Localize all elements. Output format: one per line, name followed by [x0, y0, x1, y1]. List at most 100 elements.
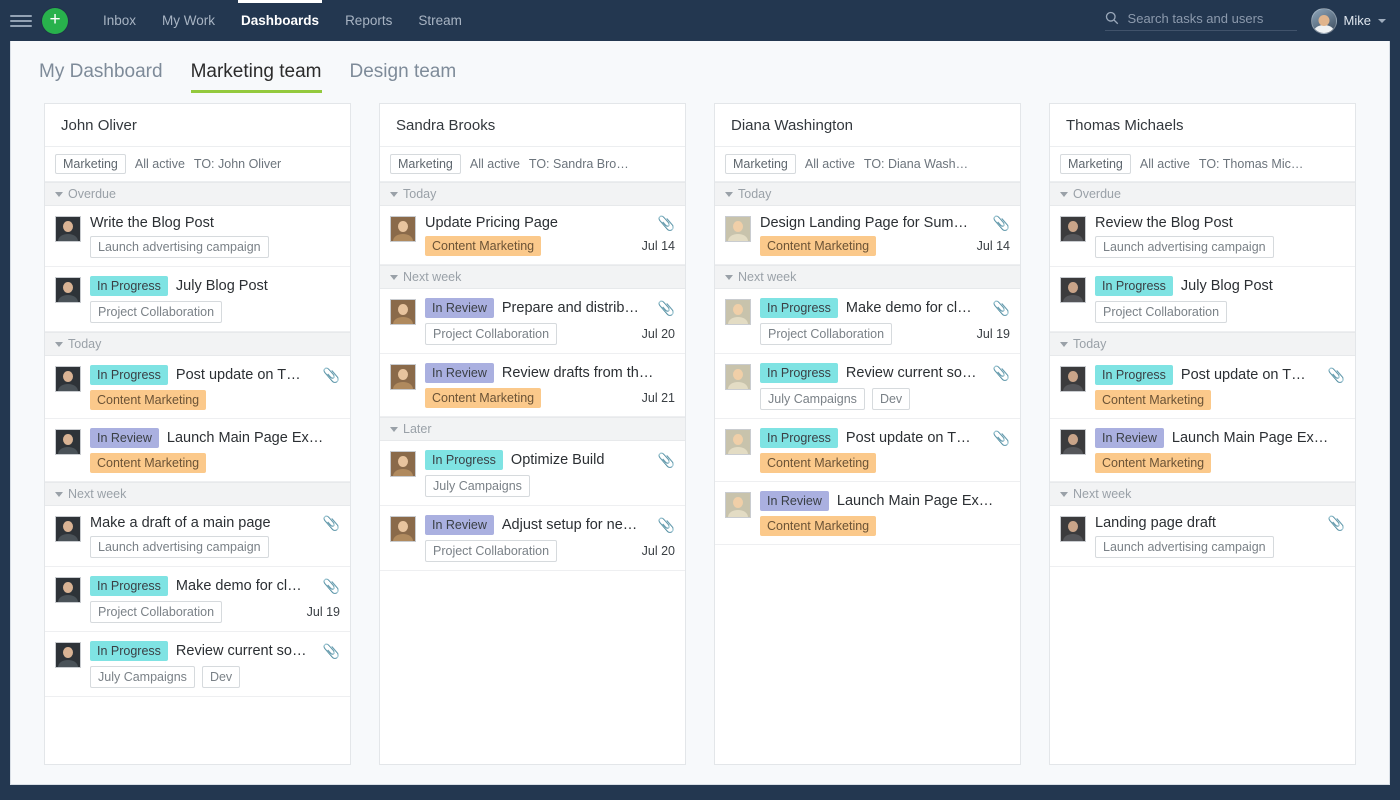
task-tag[interactable]: Project Collaboration — [90, 301, 222, 323]
task-tag[interactable]: Project Collaboration — [425, 323, 557, 345]
task-tag[interactable]: Content Marketing — [90, 390, 206, 410]
filter-assignee[interactable]: TO: Diana Wash… — [864, 157, 968, 171]
task-title[interactable]: Review current so… — [846, 365, 977, 381]
task-tag[interactable]: July Campaigns — [425, 475, 530, 497]
task-group-header[interactable]: Later — [380, 417, 685, 441]
task-title[interactable]: Launch Main Page Ex… — [1172, 430, 1328, 446]
task-tag[interactable]: Launch advertising campaign — [1095, 536, 1274, 558]
nav-link-inbox[interactable]: Inbox — [90, 0, 149, 41]
task-title[interactable]: Post update on T… — [176, 367, 301, 383]
nav-link-stream[interactable]: Stream — [405, 0, 475, 41]
status-badge[interactable]: In Progress — [760, 363, 838, 383]
task-title[interactable]: Launch Main Page Ex… — [167, 430, 323, 446]
filter-assignee[interactable]: TO: Thomas Mic… — [1199, 157, 1303, 171]
filter-project[interactable]: Marketing — [1060, 154, 1131, 174]
task-title[interactable]: Review drafts from th… — [502, 365, 654, 381]
filter-state[interactable]: All active — [1139, 155, 1191, 173]
task-title[interactable]: Post update on T… — [846, 430, 971, 446]
attachment-icon[interactable]: 📎 — [652, 518, 675, 532]
status-badge[interactable]: In Review — [1095, 428, 1164, 448]
task-tag[interactable]: Launch advertising campaign — [90, 536, 269, 558]
nav-link-dashboards[interactable]: Dashboards — [228, 0, 332, 41]
task-title[interactable]: Update Pricing Page — [425, 215, 558, 231]
add-new-button[interactable]: + — [42, 8, 68, 34]
nav-link-my-work[interactable]: My Work — [149, 0, 228, 41]
user-menu[interactable]: Mike — [1311, 8, 1386, 34]
status-badge[interactable]: In Review — [425, 298, 494, 318]
status-badge[interactable]: In Progress — [90, 641, 168, 661]
task-group-header[interactable]: Today — [45, 332, 350, 356]
tab-my-dashboard[interactable]: My Dashboard — [39, 61, 163, 93]
filter-assignee[interactable]: TO: John Oliver — [194, 157, 281, 171]
search-input[interactable] — [1128, 11, 1288, 26]
attachment-icon[interactable]: 📎 — [652, 301, 675, 315]
task-title[interactable]: Make demo for cl… — [846, 300, 972, 316]
attachment-icon[interactable]: 📎 — [987, 431, 1010, 445]
filter-state[interactable]: All active — [469, 155, 521, 173]
status-badge[interactable]: In Progress — [760, 428, 838, 448]
task-tag[interactable]: Content Marketing — [1095, 390, 1211, 410]
task-title[interactable]: Optimize Build — [511, 452, 604, 468]
status-badge[interactable]: In Progress — [90, 576, 168, 596]
attachment-icon[interactable]: 📎 — [987, 301, 1010, 315]
tab-marketing-team[interactable]: Marketing team — [191, 61, 322, 93]
task-tag[interactable]: Project Collaboration — [1095, 301, 1227, 323]
task-title[interactable]: Make a draft of a main page — [90, 515, 271, 531]
nav-link-reports[interactable]: Reports — [332, 0, 405, 41]
task-group-header[interactable]: Next week — [1050, 482, 1355, 506]
task-row[interactable]: Write the Blog Post Launch advertising ca… — [45, 206, 350, 267]
task-title[interactable]: Write the Blog Post — [90, 215, 214, 231]
task-tag[interactable]: Content Marketing — [760, 236, 876, 256]
attachment-icon[interactable]: 📎 — [652, 216, 675, 230]
task-row[interactable]: In ReviewAdjust setup for ne…📎Project Co… — [380, 506, 685, 571]
task-title[interactable]: Prepare and distrib… — [502, 300, 639, 316]
task-group-header[interactable]: Today — [380, 182, 685, 206]
attachment-icon[interactable]: 📎 — [317, 579, 340, 593]
task-group-header[interactable]: Today — [1050, 332, 1355, 356]
attachment-icon[interactable]: 📎 — [987, 216, 1010, 230]
task-tag[interactable]: Content Marketing — [760, 516, 876, 536]
status-badge[interactable]: In Progress — [760, 298, 838, 318]
task-row[interactable]: Landing page draft📎Launch advertising ca… — [1050, 506, 1355, 567]
task-row[interactable]: Update Pricing Page📎Content MarketingJul… — [380, 206, 685, 265]
task-tag[interactable]: Project Collaboration — [425, 540, 557, 562]
task-row[interactable]: In ProgressPost update on T…📎Content Mar… — [45, 356, 350, 419]
task-row[interactable]: In ReviewReview drafts from th…Content M… — [380, 354, 685, 417]
attachment-icon[interactable]: 📎 — [317, 516, 340, 530]
task-row[interactable]: In ProgressJuly Blog PostProject Collabo… — [1050, 267, 1355, 332]
status-badge[interactable]: In Review — [425, 515, 494, 535]
attachment-icon[interactable]: 📎 — [1322, 516, 1345, 530]
status-badge[interactable]: In Review — [760, 491, 829, 511]
task-row[interactable]: In Progress Optimize Build 📎 July Campaigns — [380, 441, 685, 506]
task-group-header[interactable]: Overdue — [1050, 182, 1355, 206]
task-tag[interactable]: Project Collaboration — [90, 601, 222, 623]
task-group-header[interactable]: Next week — [715, 265, 1020, 289]
task-row[interactable]: In Review Launch Main Page Ex… Content Mar… — [715, 482, 1020, 545]
task-group-header[interactable]: Next week — [380, 265, 685, 289]
filter-project[interactable]: Marketing — [55, 154, 126, 174]
tab-design-team[interactable]: Design team — [350, 61, 457, 93]
hamburger-menu-icon[interactable] — [10, 10, 32, 32]
task-tag[interactable]: Dev — [202, 666, 240, 688]
filter-state[interactable]: All active — [134, 155, 186, 173]
attachment-icon[interactable]: 📎 — [987, 366, 1010, 380]
task-tag[interactable]: Project Collaboration — [760, 323, 892, 345]
task-title[interactable]: Launch Main Page Ex… — [837, 493, 993, 509]
task-row[interactable]: In Review Prepare and distrib… 📎 Project Co… — [380, 289, 685, 354]
filter-state[interactable]: All active — [804, 155, 856, 173]
task-tag[interactable]: Launch advertising campaign — [90, 236, 269, 258]
status-badge[interactable]: In Review — [90, 428, 159, 448]
status-badge[interactable]: In Progress — [90, 276, 168, 296]
filter-project[interactable]: Marketing — [390, 154, 461, 174]
task-tag[interactable]: Content Marketing — [1095, 453, 1211, 473]
status-badge[interactable]: In Progress — [425, 450, 503, 470]
task-group-header[interactable]: Overdue — [45, 182, 350, 206]
task-group-header[interactable]: Today — [715, 182, 1020, 206]
task-row[interactable]: Make a draft of a main page 📎 Launch adver… — [45, 506, 350, 567]
search-box[interactable] — [1105, 11, 1297, 31]
task-title[interactable]: July Blog Post — [176, 278, 268, 294]
attachment-icon[interactable]: 📎 — [652, 453, 675, 467]
task-tag[interactable]: July Campaigns — [90, 666, 195, 688]
task-row[interactable]: In ProgressMake demo for cl…📎Project Col… — [45, 567, 350, 632]
task-tag[interactable]: Dev — [872, 388, 910, 410]
